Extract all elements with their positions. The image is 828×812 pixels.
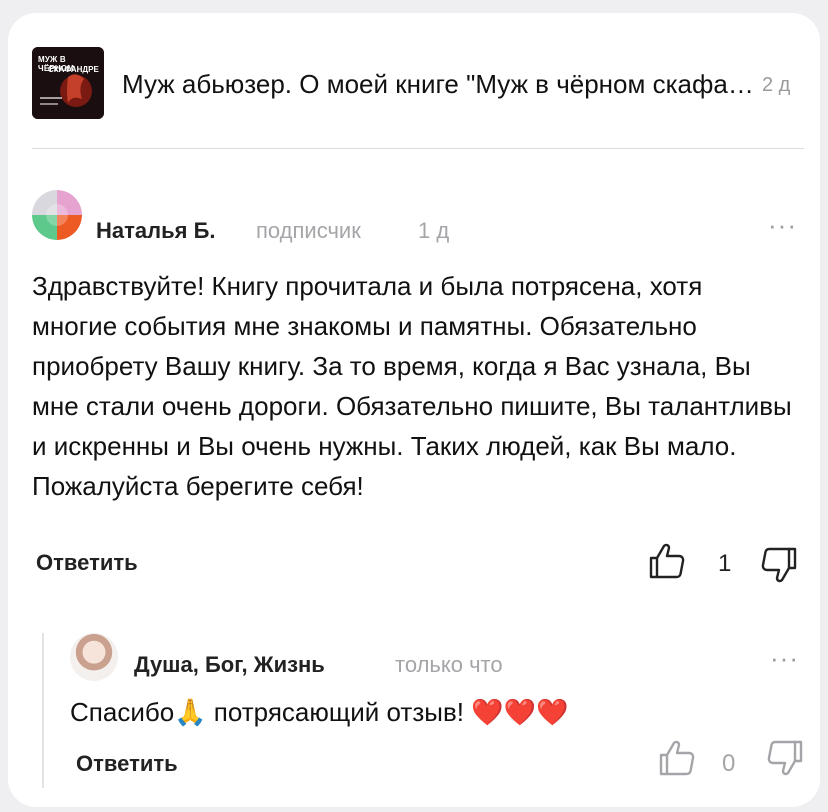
post-thumbnail[interactable]: МУЖ В ЧЁРНОМ СКАФАНДРЕ — [32, 47, 104, 119]
thumbs-down-icon[interactable] — [766, 739, 804, 777]
comment-time: 1 д — [418, 218, 450, 243]
pray-emoji-icon: 🙏 — [174, 698, 207, 728]
more-icon[interactable]: ··· — [770, 643, 799, 674]
reply-button[interactable]: Ответить — [36, 550, 138, 576]
comments-card: МУЖ В ЧЁРНОМ СКАФАНДРЕ Муж абьюзер. О мо… — [8, 13, 820, 807]
avatar[interactable] — [32, 190, 82, 240]
reply-text-start: Спасибо — [70, 697, 175, 727]
post-title[interactable]: Муж абьюзер. О моей книге "Муж в чёрном … — [122, 69, 762, 100]
avatar-icon — [32, 190, 82, 240]
comment-author[interactable]: Наталья Б. — [96, 218, 216, 244]
divider — [32, 148, 804, 149]
reply-text-end: потрясающий отзыв! — [206, 697, 472, 727]
reply-avatar[interactable] — [70, 633, 118, 681]
comment-text: Здравствуйте! Книгу прочитала и была пот… — [32, 271, 792, 501]
thumbs-up-icon[interactable] — [658, 739, 696, 777]
post-time: 2 д — [762, 74, 791, 96]
thread-line — [42, 633, 44, 788]
reply-author[interactable]: Душа, Бог, Жизнь — [134, 652, 325, 678]
like-count: 1 — [718, 550, 732, 577]
like-count: 0 — [722, 750, 736, 777]
thumbnail-title-line-2: СКАФАНДРЕ — [48, 65, 99, 74]
post-header[interactable]: МУЖ В ЧЁРНОМ СКАФАНДРЕ Муж абьюзер. О мо… — [32, 45, 804, 119]
reply-text: Спасибо🙏 потрясающий отзыв! ❤️❤️❤️ — [70, 695, 568, 730]
heart-emoji-icon: ❤️❤️❤️ — [471, 698, 569, 728]
thumbs-up-icon[interactable] — [648, 542, 686, 580]
thumbs-down-icon[interactable] — [760, 546, 798, 584]
reply-button[interactable]: Ответить — [76, 751, 178, 777]
more-icon[interactable]: ··· — [768, 210, 797, 241]
reply-time: только что — [395, 652, 503, 677]
subscriber-badge: подписчик — [256, 218, 361, 243]
